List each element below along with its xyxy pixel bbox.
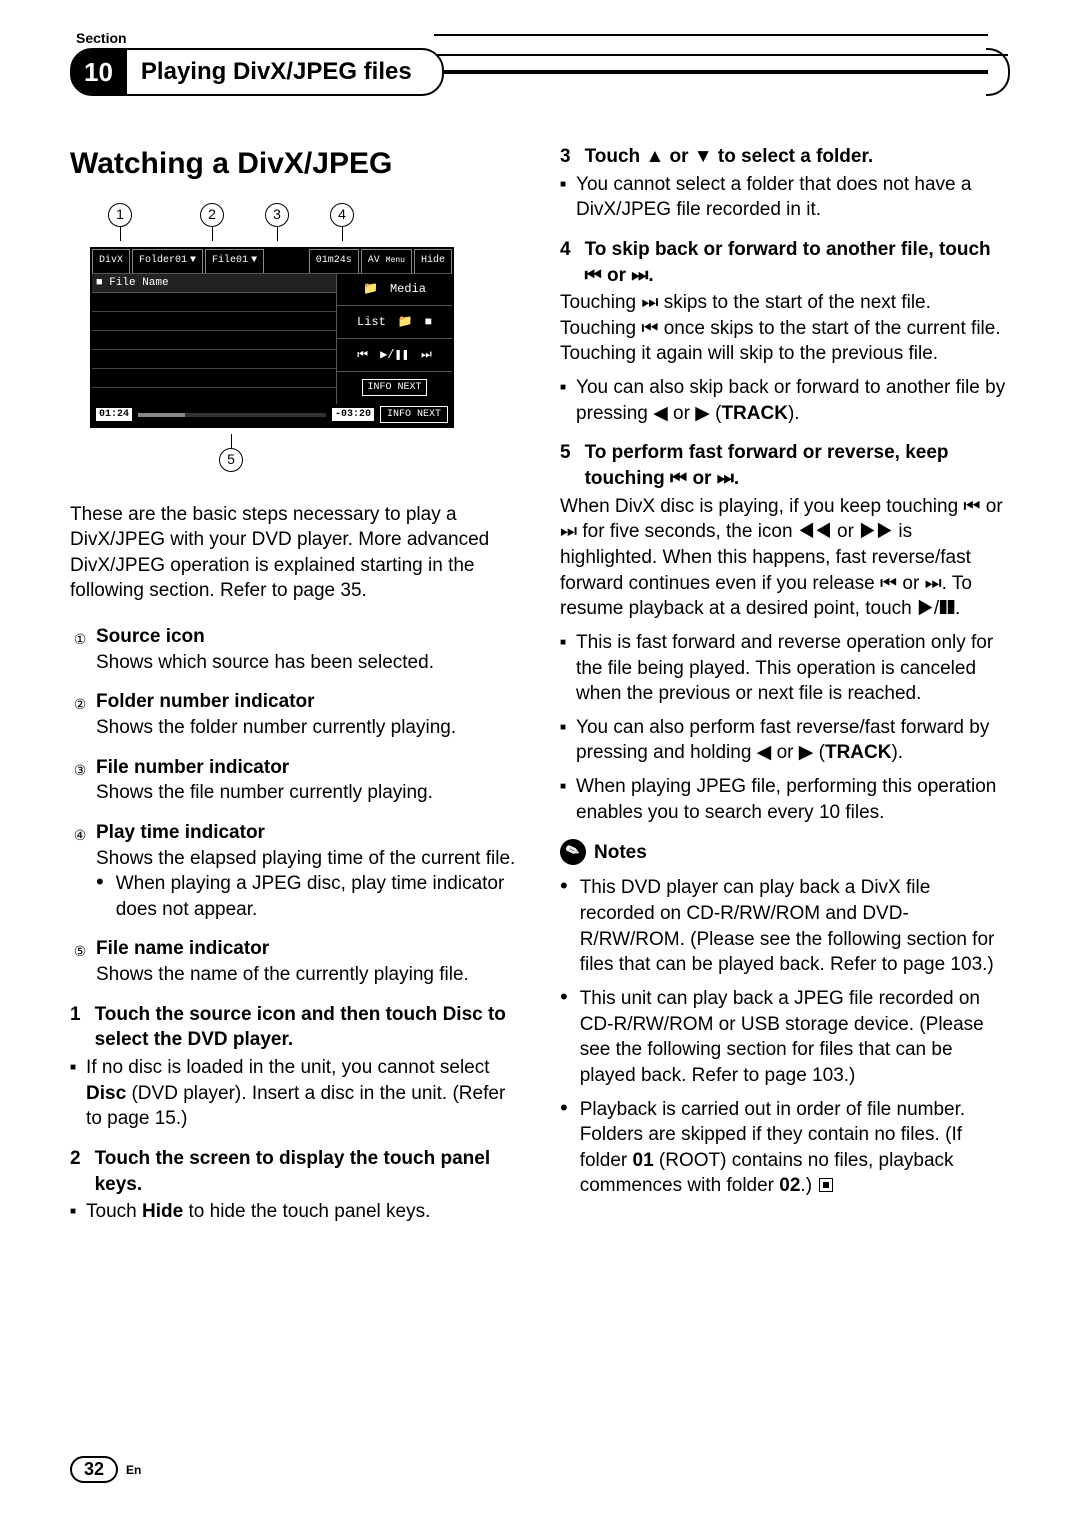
ss-folder-tab: Folder01▼ xyxy=(132,249,203,273)
folder-icon: 📁 xyxy=(363,281,378,297)
intro-paragraph: These are the basic steps necessary to p… xyxy=(70,502,520,605)
note-3: Playback is carried out in order of file… xyxy=(560,1097,1010,1200)
section-number: 10 xyxy=(70,50,127,94)
ss-media-label: Media xyxy=(390,281,426,297)
page-footer: 32 En xyxy=(70,1456,141,1483)
ss-av: AVMenu xyxy=(361,249,412,273)
def-label-5: File name indicator xyxy=(96,938,269,959)
def-label-1: Source icon xyxy=(96,626,205,647)
left-column: Watching a DivX/JPEG 1 2 3 4 DivX Folder… xyxy=(70,144,520,1233)
def-text-1: Shows which source has been selected. xyxy=(96,650,520,676)
notes-header: ✎ Notes xyxy=(560,839,1010,865)
step-3-heading: 3 Touch ▲ or ▼ to select a folder. xyxy=(560,144,1010,170)
def-num-4: ④ xyxy=(70,825,90,845)
def-text-2: Shows the folder number currently playin… xyxy=(96,715,520,741)
ss-file-tab: File01▼ xyxy=(205,249,264,273)
def-text-5: Shows the name of the currently playing … xyxy=(96,962,520,988)
prev-icon: ⏮ xyxy=(357,347,368,363)
step-5-note-2: You can also perform fast reverse/fast f… xyxy=(560,715,1010,766)
step-5-note-3: When playing JPEG file, performing this … xyxy=(560,774,1010,825)
callout-1: 1 xyxy=(108,203,132,227)
player-screenshot: DivX Folder01▼ File01▼ 01m24s AVMenu Hid… xyxy=(90,247,454,428)
ss-hide: Hide xyxy=(414,249,452,273)
page-title: Watching a DivX/JPEG xyxy=(70,144,520,185)
section-title: Playing DivX/JPEG files xyxy=(141,58,412,86)
callout-4: 4 xyxy=(330,203,354,227)
step-4-text: Touching ⏭ skips to the start of the nex… xyxy=(560,290,1010,367)
ss-source-tab: DivX xyxy=(92,249,130,273)
section-label: Section xyxy=(76,30,1010,46)
step-2-heading: 2 Touch the screen to display the touch … xyxy=(70,1146,520,1197)
step-1-note: If no disc is loaded in the unit, you ca… xyxy=(70,1055,520,1132)
def-label-2: Folder number indicator xyxy=(96,691,315,712)
def-label-4: Play time indicator xyxy=(96,822,265,843)
right-column: 3 Touch ▲ or ▼ to select a folder. You c… xyxy=(560,144,1010,1233)
ss-info-next-bottom: INFO NEXT xyxy=(380,406,448,424)
def-label-3: File number indicator xyxy=(96,757,289,778)
section-header: 10 Playing DivX/JPEG files xyxy=(70,50,1010,94)
def-num-2: ② xyxy=(70,695,90,715)
end-mark-icon xyxy=(819,1178,833,1192)
def-text-3: Shows the file number currently playing. xyxy=(96,780,520,806)
note-2: This unit can play back a JPEG file reco… xyxy=(560,986,1010,1089)
ss-time-elapsed: 01:24 xyxy=(96,408,132,422)
callout-2: 2 xyxy=(200,203,224,227)
def-num-5: ⑤ xyxy=(70,942,90,962)
step-1-heading: 1 Touch the source icon and then touch D… xyxy=(70,1002,520,1053)
ss-info-next: INFO NEXT xyxy=(362,379,426,397)
step-5-text: When DivX disc is playing, if you keep t… xyxy=(560,494,1010,622)
ss-list-label: List xyxy=(357,314,386,330)
page-lang: En xyxy=(126,1463,141,1477)
def-text-4: Shows the elapsed playing time of the cu… xyxy=(96,846,520,872)
stop-icon: ■ xyxy=(425,314,432,330)
page-number: 32 xyxy=(70,1456,118,1483)
ss-time-remain: -03:20 xyxy=(332,408,374,422)
step-3-note: You cannot select a folder that does not… xyxy=(560,172,1010,223)
step-5-heading: 5 To perform fast forward or reverse, ke… xyxy=(560,440,1010,491)
step-5-note-1: This is fast forward and reverse operati… xyxy=(560,630,1010,707)
play-pause-icon: ▶/❚❚ xyxy=(380,347,409,363)
callout-5: 5 xyxy=(219,448,243,472)
ss-list-header: ■ File Name xyxy=(92,274,336,294)
def-sub-4: When playing a JPEG disc, play time indi… xyxy=(96,871,520,922)
pencil-icon: ✎ xyxy=(556,836,589,869)
def-num-3: ③ xyxy=(70,760,90,780)
def-num-1: ① xyxy=(70,630,90,650)
screen-figure: 1 2 3 4 DivX Folder01▼ File01▼ 01m24s AV… xyxy=(90,203,520,472)
callout-3: 3 xyxy=(265,203,289,227)
step-4-note: You can also skip back or forward to ano… xyxy=(560,375,1010,426)
step-4-heading: 4 To skip back or forward to another fil… xyxy=(560,237,1010,288)
note-1: This DVD player can play back a DivX fil… xyxy=(560,875,1010,978)
next-icon: ⏭ xyxy=(421,347,432,363)
step-2-note: Touch Hide to hide the touch panel keys. xyxy=(70,1199,520,1225)
ss-time: 01m24s xyxy=(309,249,359,273)
folder-icon: 📁 xyxy=(398,314,413,330)
